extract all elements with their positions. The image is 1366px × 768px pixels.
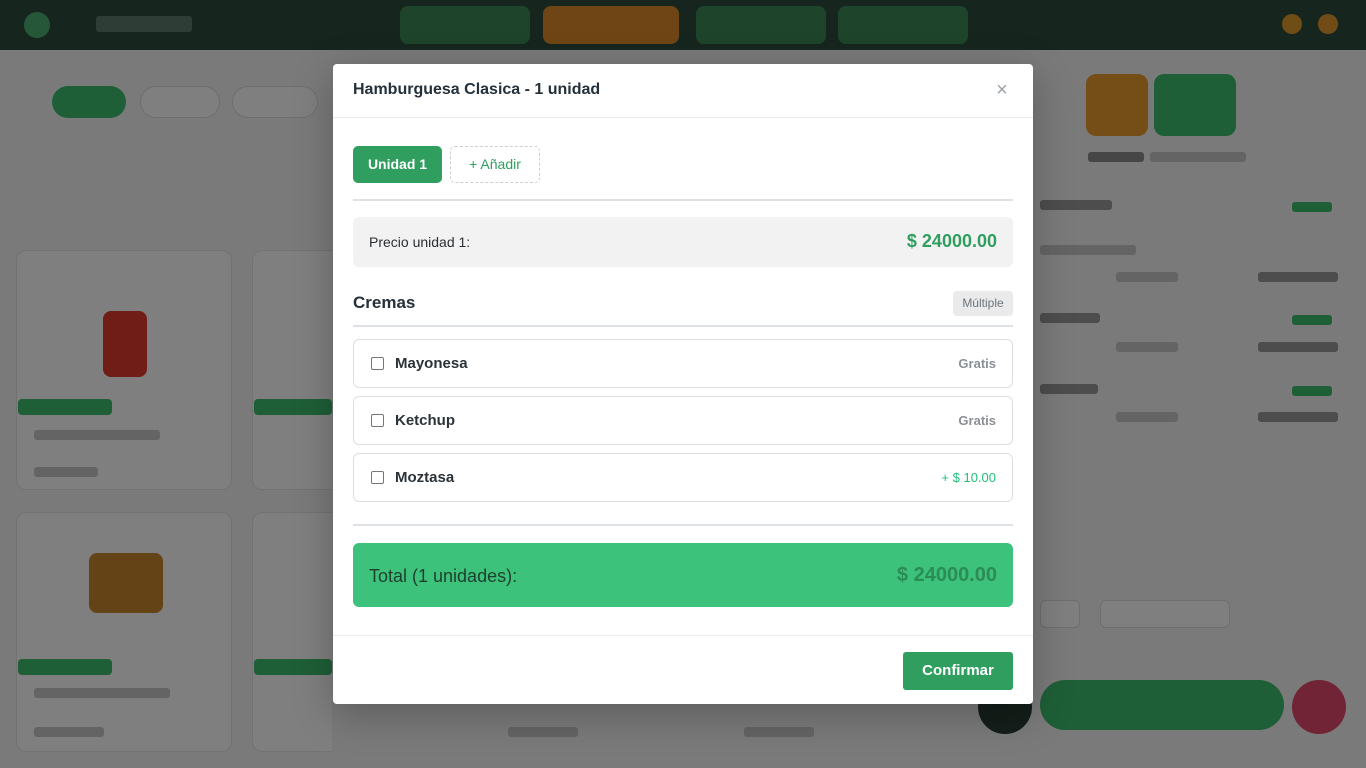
tab-unit-1[interactable]: Unidad 1 — [353, 146, 442, 183]
checkbox-icon[interactable] — [371, 357, 384, 370]
confirm-button[interactable]: Confirmar — [903, 652, 1013, 690]
unit-price-box: Precio unidad 1: $ 24000.00 — [353, 217, 1013, 267]
modal-header: Hamburguesa Clasica - 1 unidad × — [333, 64, 1033, 118]
option-mayonesa[interactable]: Mayonesa Gratis — [353, 339, 1013, 388]
product-options-modal: Hamburguesa Clasica - 1 unidad × Unidad … — [333, 64, 1033, 704]
checkbox-icon[interactable] — [371, 471, 384, 484]
option-price: Gratis — [958, 413, 996, 428]
option-name: Mayonesa — [395, 355, 468, 372]
divider — [353, 325, 1013, 327]
unit-price-value: $ 24000.00 — [906, 231, 997, 251]
add-unit-button[interactable]: + Añadir — [450, 146, 540, 183]
option-price: Gratis — [958, 356, 996, 371]
multiple-badge: Múltiple — [953, 291, 1013, 316]
option-name: Ketchup — [395, 412, 455, 429]
divider — [353, 524, 1013, 526]
section-title: Cremas — [353, 293, 416, 312]
divider — [353, 199, 1013, 201]
unit-price-label: Precio unidad 1: — [369, 234, 471, 250]
total-value: $ 24000.00 — [896, 564, 997, 586]
option-name: Moztasa — [395, 469, 455, 486]
checkbox-icon[interactable] — [371, 414, 384, 427]
total-box: Total (1 unidades): $ 24000.00 — [353, 543, 1013, 607]
modal-title: Hamburguesa Clasica - 1 unidad — [353, 81, 601, 98]
total-label: Total (1 unidades): — [369, 566, 518, 586]
option-price: + $ 10.00 — [941, 470, 996, 485]
modal-footer: Confirmar — [333, 635, 1033, 704]
option-ketchup[interactable]: Ketchup Gratis — [353, 396, 1013, 445]
option-moztasa[interactable]: Moztasa + $ 10.00 — [353, 453, 1013, 502]
close-icon[interactable]: × — [991, 80, 1013, 102]
